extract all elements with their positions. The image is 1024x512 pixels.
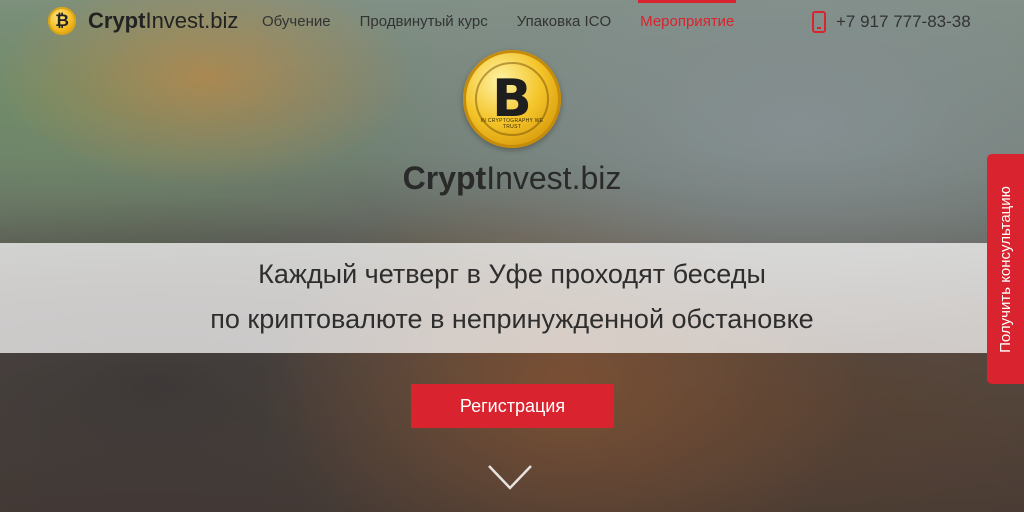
hero-brand-rest: Invest.biz	[486, 160, 622, 196]
main-nav: Обучение Продвинутый курс Упаковка ICO М…	[262, 0, 763, 44]
nav-item-obuchenie[interactable]: Обучение	[262, 0, 331, 44]
hero-tagline-line1: Каждый четверг в Уфе проходят беседы	[258, 259, 766, 289]
phone-contact[interactable]: +7 917 777-83-38	[812, 11, 971, 33]
register-button[interactable]: Регистрация	[411, 384, 614, 428]
side-tab-label: Получить консультацию	[997, 185, 1014, 353]
hero-brand-name: CryptInvest.biz	[0, 160, 1024, 197]
chevron-down-icon[interactable]	[486, 458, 534, 494]
coin-inner-ring: B IN CRYPTOGRAPHY WE TRUST	[475, 62, 549, 136]
get-consultation-tab[interactable]: Получить консультацию	[987, 154, 1024, 384]
site-logo[interactable]: ₿ CryptInvest.biz	[48, 7, 238, 35]
bitcoin-icon: B IN CRYPTOGRAPHY WE TRUST	[463, 50, 561, 148]
hero-brand-bold: Crypt	[402, 160, 487, 196]
logo-text-rest: Invest.biz	[145, 8, 239, 33]
logo-text: CryptInvest.biz	[88, 8, 238, 34]
bitcoin-icon: ₿	[48, 7, 76, 35]
phone-icon	[812, 11, 826, 33]
phone-number[interactable]: +7 917 777-83-38	[836, 12, 971, 32]
hero-tagline-line2: по криптовалюте в непринужденной обстано…	[210, 304, 814, 334]
site-header: ₿ CryptInvest.biz Обучение Продвинутый к…	[0, 0, 1024, 44]
nav-item-ico-packaging[interactable]: Упаковка ICO	[517, 0, 611, 44]
nav-item-event[interactable]: Мероприятие	[638, 0, 737, 44]
logo-coin-symbol: ₿	[55, 11, 69, 30]
coin-caption: IN CRYPTOGRAPHY WE TRUST	[480, 118, 544, 130]
nav-item-advanced-course[interactable]: Продвинутый курс	[360, 0, 488, 44]
logo-text-bold: Crypt	[88, 8, 146, 33]
